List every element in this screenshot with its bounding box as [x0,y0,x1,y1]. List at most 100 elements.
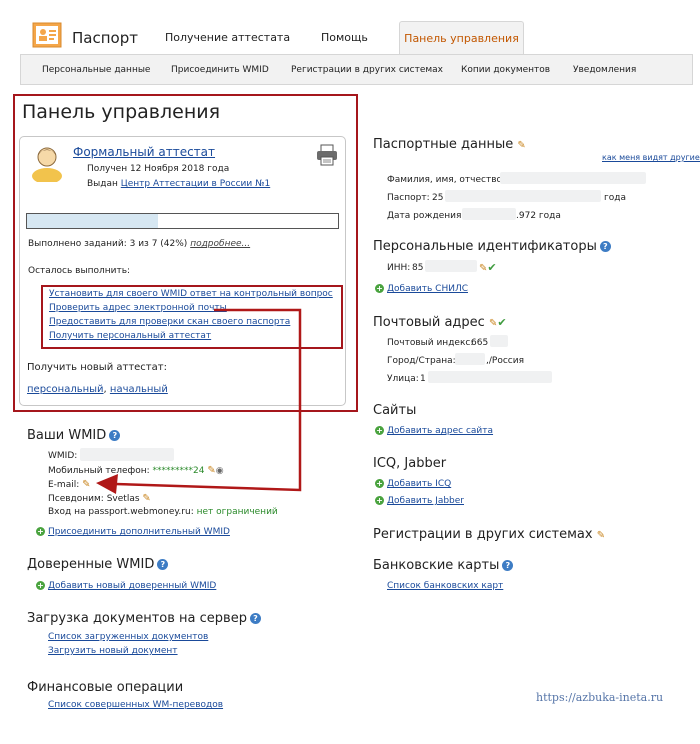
watermark: https://azbuka-ineta.ru [536,691,664,704]
trusted-title: Доверенные WMID [27,557,155,572]
add-snils-link[interactable]: Добавить СНИЛС [387,284,468,294]
help-icon[interactable]: ? [249,613,261,624]
transfers-list-link[interactable]: Список совершенных WM-переводов [48,700,223,710]
edit-pencil-icon[interactable]: ✎ [489,318,497,329]
brand-title[interactable]: Паспорт [72,29,138,47]
edit-pencil-icon[interactable]: ✎ [597,530,605,541]
new-initial-link[interactable]: начальный [110,384,168,395]
plus-icon[interactable]: + [36,527,45,536]
add-jabber-row: + Добавить Jabber [375,496,464,506]
panel-title: Панель управления [22,101,221,123]
tab-control-panel[interactable]: Панель управления [399,21,524,55]
edit-pencil-icon[interactable]: ✎ [82,479,90,490]
passport-data-title: Паспортные данные ✎ [373,137,526,152]
email-label: E-mail: [48,480,80,490]
inn-actions: ✎✔ [479,261,497,274]
help-icon[interactable]: ? [109,430,121,441]
inn-value: 85 [412,263,424,273]
phone-value: *********24 [152,466,205,476]
phone-label: Мобильный телефон: [48,466,150,476]
uploaded-docs-link[interactable]: Список загруженных документов [48,632,208,642]
add-site-link[interactable]: Добавить адрес сайта [387,426,493,436]
inn-label: ИНН: [387,263,411,273]
more-link[interactable]: подробнее... [190,239,250,249]
plus-icon[interactable]: + [36,581,45,590]
postal-section-title: Почтовый адрес ✎✔ [373,315,507,330]
hidden-birth-value [462,208,516,220]
help-icon[interactable]: ? [599,241,611,252]
tab-help[interactable]: Помощь [321,31,368,44]
tab-get-attestat[interactable]: Получение аттестата [165,31,290,44]
plus-icon[interactable]: + [375,479,384,488]
city-label: Город/Страна: [387,356,456,366]
join-wmid-link[interactable]: Присоединить дополнительный WMID [48,527,230,537]
subnav-other-registrations[interactable]: Регистрации в других системах [291,65,443,75]
add-jabber-link[interactable]: Добавить Jabber [387,496,464,506]
attestat-issued: Выдан Центр Аттестации в России №1 [87,179,270,189]
bank-cards-link[interactable]: Список банковских карт [387,581,503,591]
hidden-wmid-value [80,448,174,461]
plus-icon[interactable]: + [375,496,384,505]
postal-index-label: Почтовый индекс: [387,338,474,348]
upload-new-doc-link[interactable]: Загрузить новый документ [48,646,178,656]
add-trusted-link[interactable]: Добавить новый доверенный WMID [48,581,216,591]
verified-check-icon: ✔ [497,316,507,329]
subnav-notifications[interactable]: Уведомления [573,65,636,75]
help-icon[interactable]: ? [157,559,169,570]
postal-title: Почтовый адрес [373,315,485,330]
hidden-index-value [490,335,508,347]
postal-index-value: 665 [471,338,489,348]
plus-icon[interactable]: + [375,426,384,435]
edit-pencil-icon[interactable]: ✎ [207,465,215,476]
new-personal-link[interactable]: персональный [27,384,104,395]
plus-icon[interactable]: + [375,284,384,293]
sub-navigation: Персональные данные Присоединить WMID Ре… [20,54,693,85]
passport-number-suffix: года [604,193,626,203]
issuer-link[interactable]: Центр Аттестации в России №1 [121,179,270,189]
printer-icon[interactable] [316,144,338,166]
ids-section-title: Персональные идентификаторы? [373,239,611,254]
hidden-city-value [455,353,485,365]
wmid-section-title: Ваши WMID? [27,428,121,443]
hidden-inn-value [425,260,477,272]
regs-title: Регистрации в других системах [373,527,593,542]
passport-title: Паспортные данные [373,137,514,152]
how-others-see-link[interactable]: как меня видят другие? [602,153,700,162]
help-icon[interactable]: ? [502,560,514,571]
hidden-fio-value [500,172,646,184]
new-attestat-options: персональный, начальный [27,384,168,395]
email-row: E-mail: ✎ [48,479,91,490]
finance-section-title: Финансовые операции [27,680,184,695]
attestat-title-link[interactable]: Формальный аттестат [73,145,215,159]
task-passport-scan[interactable]: Предоставить для проверки скан своего па… [49,317,290,327]
subnav-join-wmid[interactable]: Присоединить WMID [171,65,269,75]
trusted-section-title: Доверенные WMID? [27,557,169,572]
edit-pencil-icon[interactable]: ✎ [517,140,525,151]
task-personal-attestat[interactable]: Получить персональный аттестат [49,331,211,341]
add-trusted-row: + Добавить новый доверенный WMID [36,581,216,591]
eye-icon[interactable]: ◉ [216,466,224,476]
edit-pencil-icon[interactable]: ✎ [479,263,487,274]
task-security-question[interactable]: Установить для своего WMID ответ на конт… [49,289,333,299]
city-value: ,/Россия [486,356,524,366]
subnav-personal-data[interactable]: Персональные данные [42,65,150,75]
user-avatar-icon [32,147,62,182]
attestat-progress-bar [26,213,339,229]
birth-date-label: Дата рождения: [387,211,465,221]
edit-pencil-icon[interactable]: ✎ [142,493,150,504]
attestat-received: Получен 12 Ноября 2018 года [87,164,230,174]
sites-section-title: Сайты [373,403,417,418]
uploads-section-title: Загрузка документов на сервер? [27,611,261,626]
nickname-row: Псевдоним: Svetlas ✎ [48,493,151,504]
street-value: 1 [420,374,426,384]
hidden-street-value [428,371,552,383]
regs-section-title: Регистрации в других системах ✎ [373,527,605,542]
icq-section-title: ICQ, Jabber [373,456,447,471]
add-site-row: + Добавить адрес сайта [375,426,493,436]
task-verify-email[interactable]: Проверить адрес электронной почты [49,303,227,313]
subnav-document-copies[interactable]: Копии документов [461,65,550,75]
login-row: Вход на passport.webmoney.ru: нет ограни… [48,507,278,517]
add-icq-link[interactable]: Добавить ICQ [387,479,451,489]
uploads-title: Загрузка документов на сервер [27,611,247,626]
birth-date-value: .972 года [516,211,561,221]
